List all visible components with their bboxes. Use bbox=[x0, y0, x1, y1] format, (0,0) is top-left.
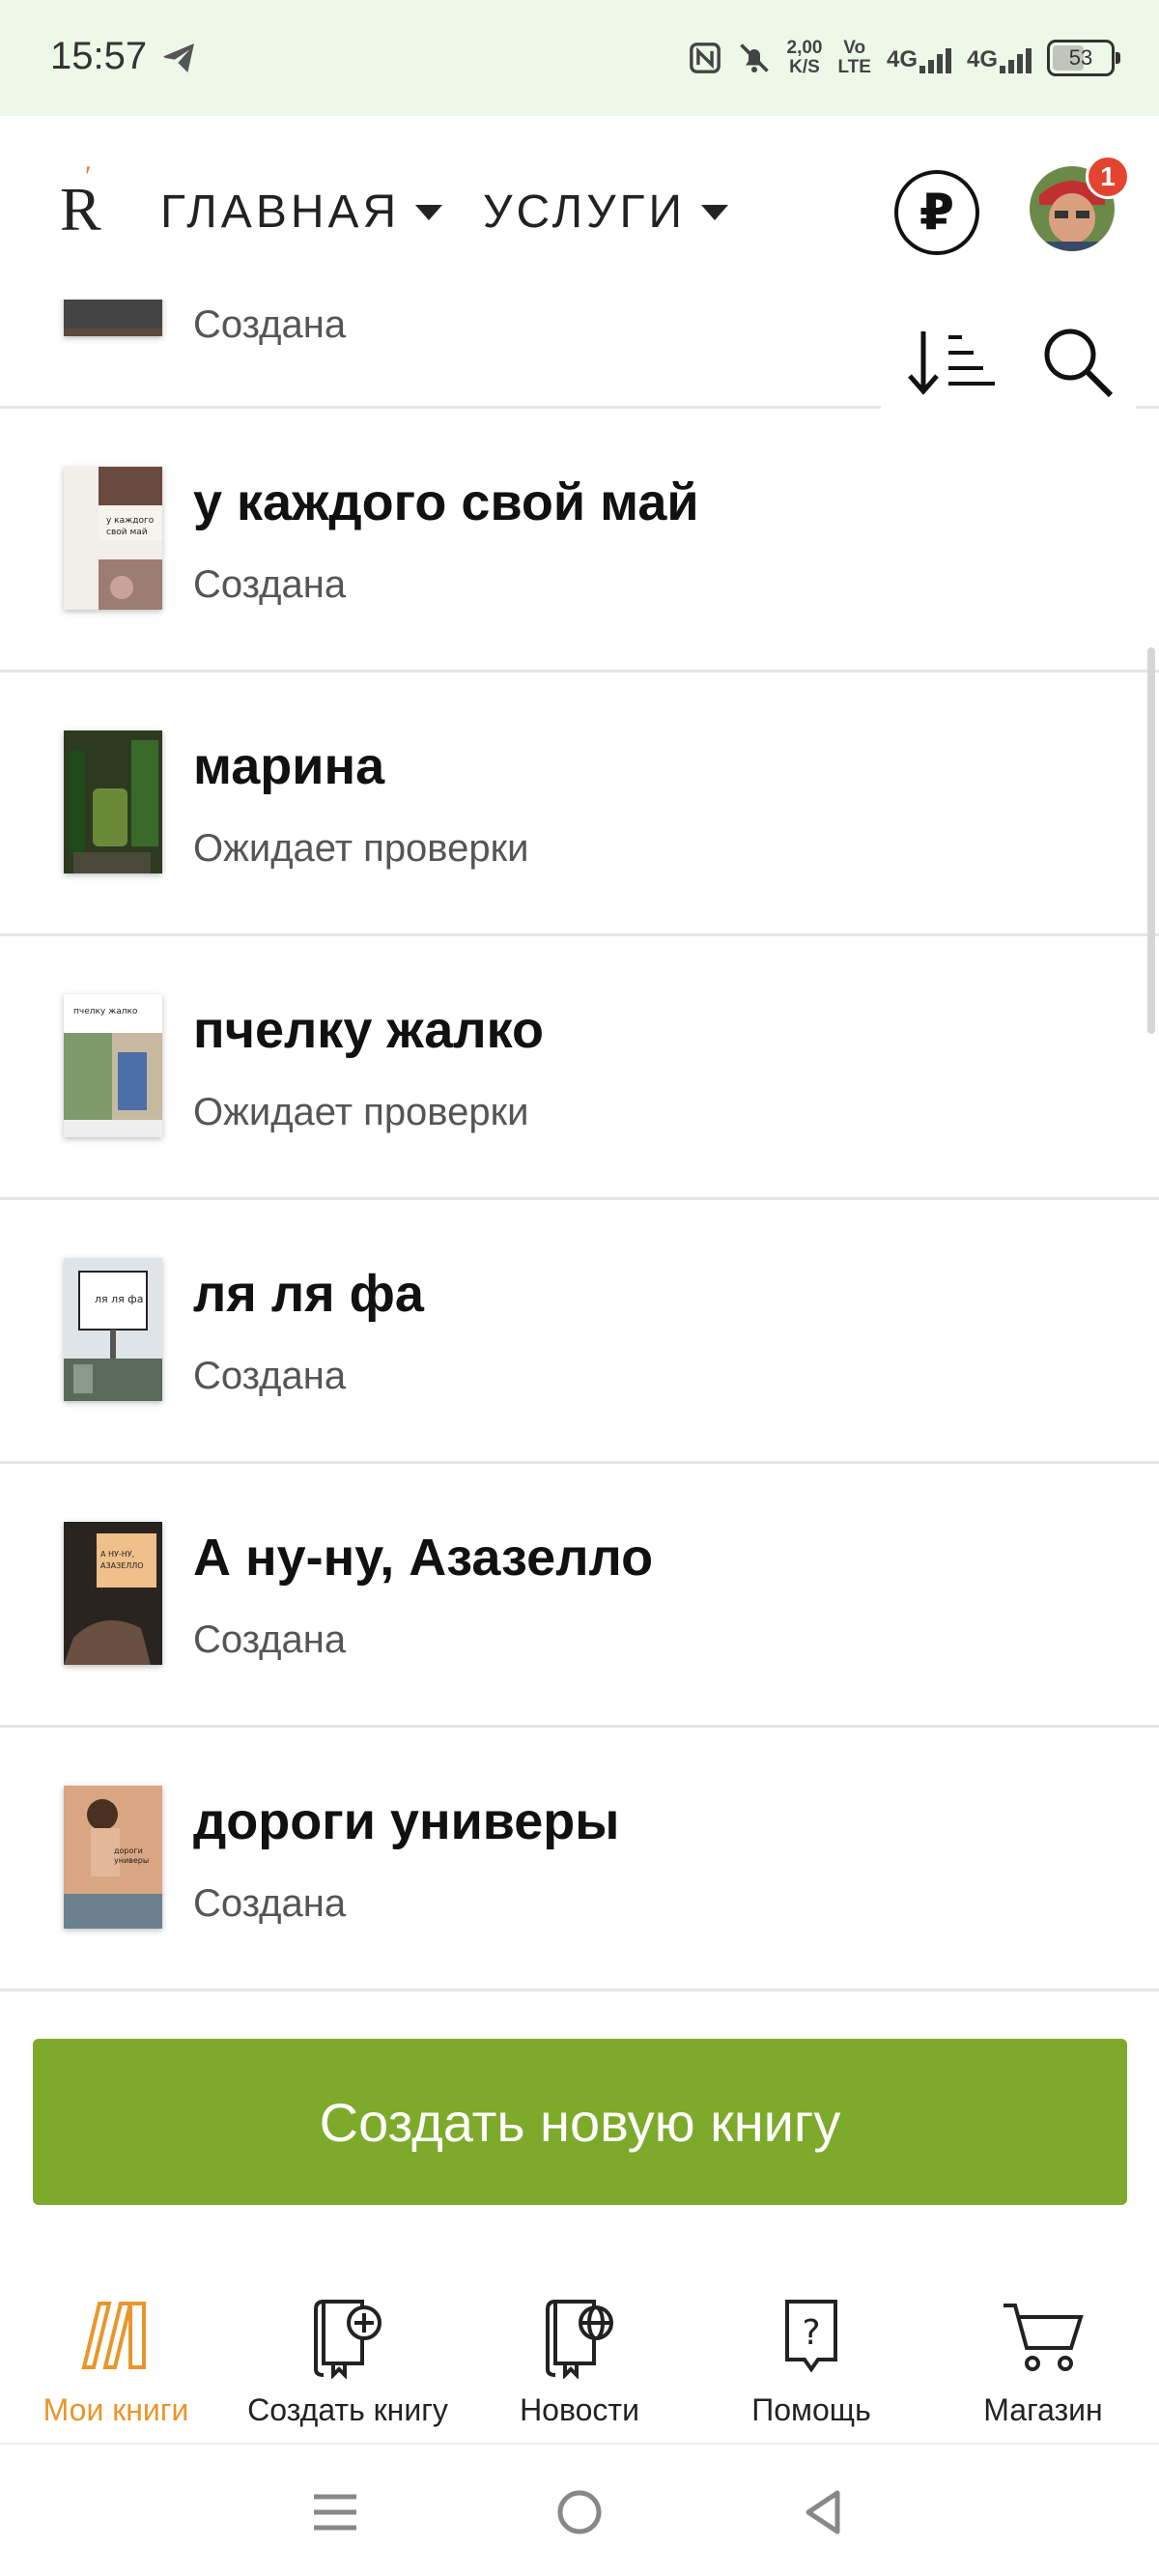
books-icon bbox=[81, 2302, 146, 2369]
tab-my-books[interactable]: Мои книги bbox=[0, 2280, 232, 2443]
book-row[interactable]: у каждого свой май у каждого свой май Соз… bbox=[0, 409, 1159, 673]
telegram-icon bbox=[163, 43, 194, 72]
tab-news[interactable]: Новости bbox=[464, 2280, 695, 2443]
book-cover: у каждого свой май bbox=[64, 467, 162, 610]
svg-text:АЗАЗЕЛЛО: АЗАЗЕЛЛО bbox=[100, 1561, 144, 1570]
news-icon bbox=[546, 2300, 613, 2379]
signal-1: 4G bbox=[887, 43, 951, 73]
menu-icon[interactable] bbox=[310, 2487, 360, 2537]
sort-icon[interactable] bbox=[902, 324, 999, 401]
battery-icon: 53 bbox=[1047, 40, 1120, 76]
cart-icon bbox=[1004, 2304, 1084, 2371]
nav-home[interactable]: ГЛАВНАЯ bbox=[160, 186, 443, 239]
svg-text:?: ? bbox=[802, 2313, 820, 2353]
svg-text:универы: универы bbox=[114, 1856, 149, 1865]
book-status: Создана bbox=[193, 1882, 347, 1925]
status-time: 15:57 bbox=[50, 35, 148, 77]
home-icon[interactable] bbox=[554, 2487, 605, 2537]
svg-text:ля ля фа: ля ля фа bbox=[95, 1293, 143, 1305]
svg-text:пчелку жалко: пчелку жалко bbox=[73, 1007, 138, 1016]
svg-text:дороги: дороги bbox=[114, 1846, 143, 1855]
caret-down-icon bbox=[415, 204, 443, 220]
book-cover: пчелку жалко bbox=[64, 994, 162, 1137]
tab-create-book[interactable]: Создать книгу bbox=[232, 2280, 464, 2443]
app-header: Rʹ ГЛАВНАЯ УСЛУГИ ₽ 1 bbox=[0, 116, 1159, 300]
book-row[interactable]: А НУ-НУ, АЗАЗЕЛЛО А ну-ну, Азазелло Созда… bbox=[0, 1464, 1159, 1728]
book-title: пчелку жалко bbox=[193, 1001, 544, 1059]
book-row[interactable]: ля ля фа ля ля фа Создана bbox=[0, 1200, 1159, 1464]
system-nav-bar bbox=[0, 2448, 1159, 2576]
book-status: Создана bbox=[193, 1618, 347, 1661]
signal-2: 4G bbox=[967, 43, 1032, 73]
status-bar: 15:57 2,00 K/S Vo LTE 4G 4G 53 bbox=[0, 0, 1159, 116]
svg-text:свой май: свой май bbox=[106, 528, 148, 537]
svg-text:у каждого: у каждого bbox=[106, 516, 155, 526]
book-title: марина bbox=[193, 737, 385, 795]
help-icon: ? bbox=[785, 2300, 837, 2373]
book-status: Ожидает проверки bbox=[193, 1091, 529, 1133]
book-status: Ожидает проверки bbox=[193, 827, 529, 870]
mute-bell-icon bbox=[739, 43, 769, 72]
search-icon[interactable] bbox=[1041, 326, 1115, 399]
ruble-balance-button[interactable]: ₽ bbox=[894, 170, 979, 255]
notification-badge: 1 bbox=[1086, 155, 1130, 199]
scrollbar[interactable] bbox=[1147, 647, 1155, 1034]
create-book-icon bbox=[314, 2300, 382, 2379]
book-status: Создана bbox=[193, 1355, 347, 1397]
caret-down-icon bbox=[701, 204, 729, 220]
book-title: у каждого свой май bbox=[193, 473, 699, 531]
list-toolbar bbox=[881, 309, 1136, 415]
net-speed: 2,00 K/S bbox=[786, 38, 823, 77]
book-status: Создана bbox=[193, 563, 347, 606]
back-icon[interactable] bbox=[799, 2487, 849, 2537]
volte-indicator: Vo LTE bbox=[837, 38, 871, 77]
logo[interactable]: Rʹ bbox=[60, 160, 101, 245]
book-cover: ля ля фа bbox=[64, 1258, 162, 1401]
create-new-book-button[interactable]: Создать новую книгу bbox=[33, 2039, 1127, 2205]
book-status: Создана bbox=[193, 303, 347, 346]
book-cover bbox=[64, 730, 162, 873]
book-row[interactable]: дороги универы дороги универы Создана bbox=[0, 1728, 1159, 1991]
tab-help[interactable]: ? Помощь bbox=[695, 2280, 927, 2443]
book-title: ля ля фа bbox=[193, 1265, 424, 1323]
nfc-icon bbox=[689, 43, 721, 73]
svg-text:А НУ-НУ,: А НУ-НУ, bbox=[100, 1550, 134, 1559]
book-cover: А НУ-НУ, АЗАЗЕЛЛО bbox=[64, 1522, 162, 1665]
book-title: дороги универы bbox=[193, 1792, 620, 1850]
book-cover: дороги универы bbox=[64, 1786, 162, 1929]
book-title: А ну-ну, Азазелло bbox=[193, 1529, 654, 1587]
book-row[interactable]: пчелку жалко пчелку жалко Ожидает провер… bbox=[0, 936, 1159, 1200]
nav-services[interactable]: УСЛУГИ bbox=[483, 186, 729, 239]
book-row[interactable]: марина Ожидает проверки bbox=[0, 673, 1159, 936]
tab-shop[interactable]: Магазин bbox=[927, 2280, 1159, 2443]
book-list: Создана у каждого свой май у каждого свой… bbox=[0, 193, 1159, 1991]
bottom-tab-bar: Мои книги Создать книгу Новости ? Помощь… bbox=[0, 2280, 1159, 2445]
